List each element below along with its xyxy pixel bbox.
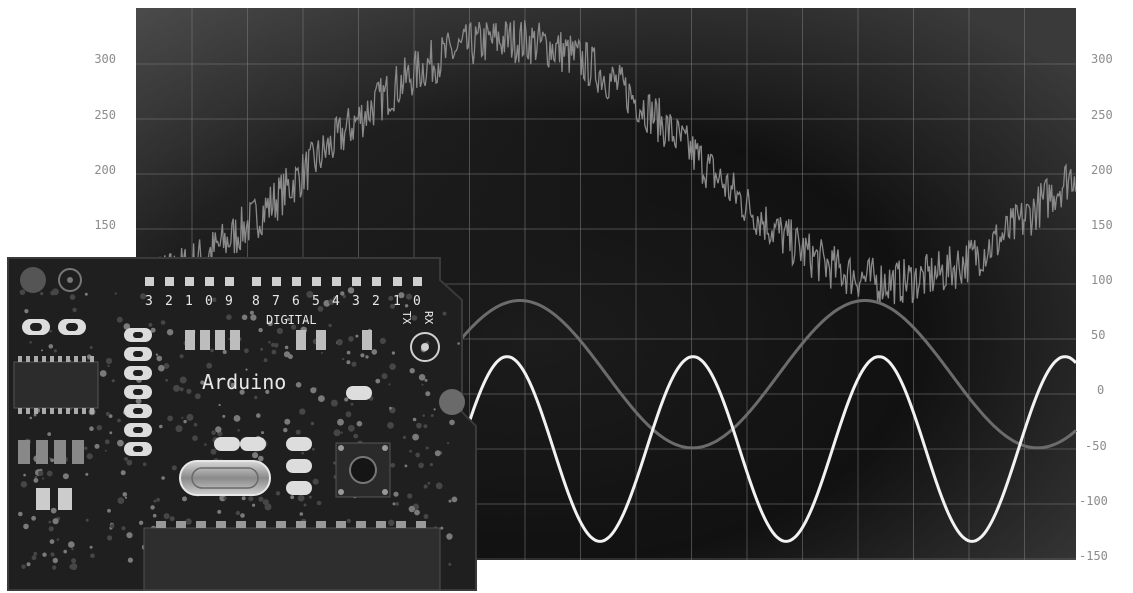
pin-number-label: 8	[252, 294, 260, 309]
rx-label: RX	[422, 311, 435, 325]
microcontroller-chip-icon	[143, 521, 441, 591]
right-tick-300: 300	[1091, 52, 1113, 66]
digital-label: DIGITAL	[266, 313, 317, 327]
left-axis: 300 250 200 150	[94, 52, 116, 232]
header-pin-icon	[332, 277, 341, 286]
arduino-board: 32109876543210 DIGITAL TX RX Arduino	[7, 257, 477, 591]
header-pin-icon	[145, 277, 154, 286]
header-pin-icon	[272, 277, 281, 286]
oscilloscope-image: 300 250 200 150 300 250 200 150 100 50 0…	[7, 8, 1113, 591]
pin-number-label: 2	[372, 294, 380, 309]
arduino-brand-label: Arduino	[202, 370, 286, 394]
right-axis: 300 250 200 150 100 50 0 -50 -100 -150	[1079, 52, 1113, 563]
left-tick-250: 250	[94, 108, 116, 122]
left-tick-150: 150	[94, 218, 116, 232]
pin-number-label: 1	[393, 294, 401, 309]
pin-number-label: 2	[165, 294, 173, 309]
pin-number-label: 1	[185, 294, 193, 309]
right-tick-200: 200	[1091, 163, 1113, 177]
pin-number-label: 9	[225, 294, 233, 309]
header-pin-icon	[165, 277, 174, 286]
crystal-oscillator-icon	[179, 460, 271, 496]
pin-number-label: 0	[413, 294, 421, 309]
reset-button-icon	[335, 442, 391, 498]
pin-number-label: 3	[352, 294, 360, 309]
right-tick-minus-100: -100	[1079, 494, 1108, 508]
pin-number-label: 0	[205, 294, 213, 309]
pin-number-label: 4	[332, 294, 340, 309]
ic-chip-icon	[13, 356, 99, 414]
pin-number-label: 6	[292, 294, 300, 309]
header-pin-icon	[185, 277, 194, 286]
header-pin-icon	[292, 277, 301, 286]
right-tick-minus-50: -50	[1085, 439, 1107, 453]
mounting-hole-icon	[439, 389, 465, 415]
pin-number-label: 7	[272, 294, 280, 309]
pin-number-label: 5	[312, 294, 320, 309]
left-tick-200: 200	[94, 163, 116, 177]
right-tick-150: 150	[1091, 218, 1113, 232]
header-pin-icon	[225, 277, 234, 286]
mounting-hole-icon	[20, 267, 46, 293]
header-pin-icon	[252, 277, 261, 286]
pin-number-label: 3	[145, 294, 153, 309]
header-pin-icon	[352, 277, 361, 286]
header-pin-icon	[205, 277, 214, 286]
header-pin-icon	[312, 277, 321, 286]
header-pin-icon	[372, 277, 381, 286]
right-tick-100: 100	[1091, 273, 1113, 287]
right-tick-50: 50	[1091, 328, 1105, 342]
left-tick-300: 300	[94, 52, 116, 66]
right-tick-minus-150: -150	[1079, 549, 1108, 563]
header-pin-icon	[393, 277, 402, 286]
right-tick-0: 0	[1097, 383, 1104, 397]
tx-label: TX	[400, 311, 413, 325]
right-tick-250: 250	[1091, 108, 1113, 122]
header-pin-icon	[413, 277, 422, 286]
